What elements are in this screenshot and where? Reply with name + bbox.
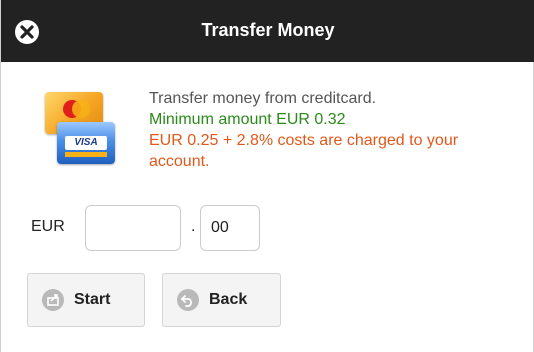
amount-minor-input[interactable]	[200, 205, 260, 251]
transfer-description: Transfer money from creditcard.	[149, 90, 377, 107]
costs-text: EUR 0.25 + 2.8% costs are charged to you…	[149, 132, 459, 170]
start-button[interactable]: Start	[27, 273, 145, 327]
credit-cards-icon: VISA	[45, 92, 115, 170]
back-button-label: Back	[209, 291, 248, 308]
mastercard-logo	[63, 100, 90, 118]
amount-major-input[interactable]	[85, 205, 181, 251]
transfer-info: Transfer money from creditcard. Minimum …	[149, 88, 519, 172]
decimal-separator: .	[191, 218, 196, 235]
back-icon	[177, 289, 199, 311]
currency-label: EUR	[31, 218, 65, 235]
share-icon	[42, 289, 64, 311]
start-button-label: Start	[74, 291, 111, 308]
minimum-amount-text: Minimum amount EUR 0.32	[149, 111, 346, 128]
transfer-money-dialog: Transfer Money VISA Transfer money from …	[0, 0, 534, 352]
dialog-title: Transfer Money	[201, 20, 335, 40]
visa-card: VISA	[57, 122, 115, 164]
dialog-titlebar: Transfer Money	[1, 0, 534, 62]
back-button[interactable]: Back	[162, 273, 281, 327]
visa-logo: VISA	[65, 136, 107, 150]
